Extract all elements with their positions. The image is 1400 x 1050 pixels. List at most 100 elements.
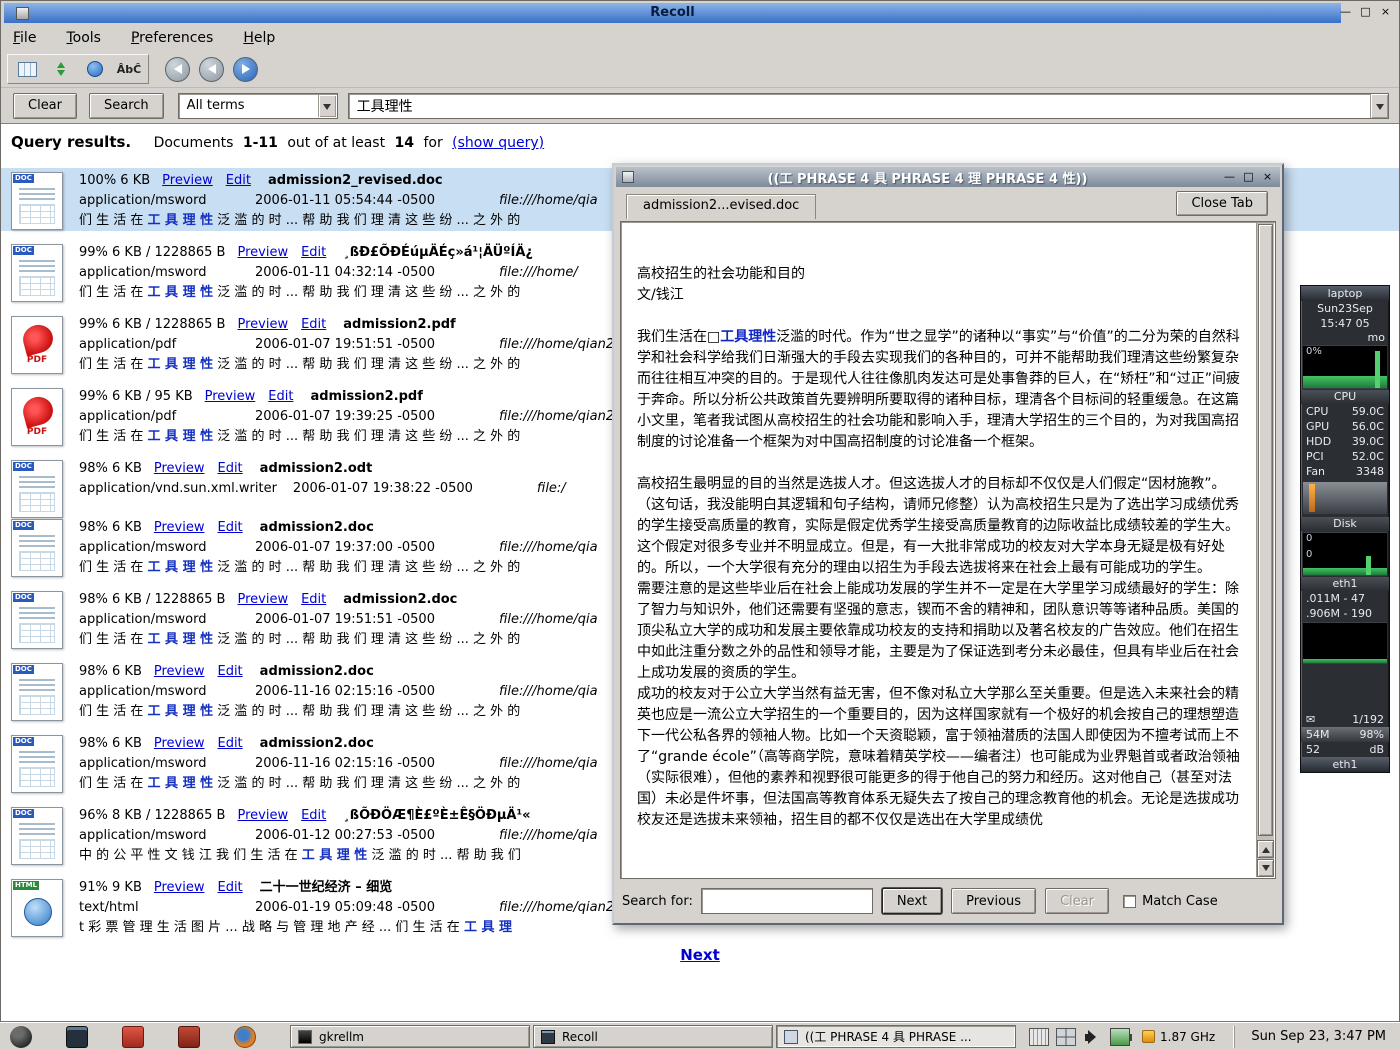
result-url: file:///home/qia bbox=[499, 756, 598, 771]
scroll-down-icon[interactable] bbox=[1257, 859, 1274, 877]
find-clear-button[interactable]: Clear bbox=[1045, 888, 1109, 914]
edit-link[interactable]: Edit bbox=[217, 880, 242, 895]
firefox-launcher-icon[interactable] bbox=[234, 1026, 256, 1048]
scrollbar-thumb[interactable] bbox=[1258, 224, 1273, 836]
clear-button[interactable]: Clear bbox=[13, 93, 77, 119]
first-page-button[interactable] bbox=[165, 57, 190, 82]
volume-tray-icon[interactable] bbox=[1083, 1028, 1103, 1046]
media-player-launcher-icon[interactable] bbox=[122, 1026, 144, 1048]
cpu-freq-icon bbox=[1142, 1030, 1155, 1043]
recoll-titlebar[interactable]: Recoll bbox=[4, 3, 1341, 23]
edit-link[interactable]: Edit bbox=[301, 808, 326, 823]
search-input[interactable] bbox=[348, 93, 1389, 119]
preview-link[interactable]: Preview bbox=[237, 245, 288, 260]
app-menu-launcher-icon[interactable] bbox=[10, 1026, 32, 1048]
window-title: Recoll bbox=[650, 5, 694, 20]
preview-link[interactable]: Preview bbox=[162, 173, 213, 188]
menu-help[interactable]: Help bbox=[243, 30, 275, 46]
doc-file-icon: DOC bbox=[11, 591, 63, 649]
keyboard-tray-icon[interactable] bbox=[1029, 1028, 1049, 1046]
task-label: ((工 PHRASE 4 具 PHRASE ... bbox=[805, 1028, 972, 1045]
result-mimetype: application/msword bbox=[79, 610, 239, 630]
edit-link[interactable]: Edit bbox=[217, 461, 242, 476]
minimize-icon[interactable]: — bbox=[1221, 169, 1238, 186]
show-query-link[interactable]: (show query) bbox=[452, 135, 544, 151]
preview-link[interactable]: Preview bbox=[154, 461, 205, 476]
layout-grid-tray-icon[interactable] bbox=[1056, 1028, 1076, 1046]
gkrellm-krell-panel[interactable] bbox=[1303, 482, 1387, 514]
preview-link[interactable]: Preview bbox=[154, 520, 205, 535]
edit-link[interactable]: Edit bbox=[217, 664, 242, 679]
result-date: 2006-01-11 04:32:14 -0500 bbox=[255, 263, 483, 283]
query-term-highlight: 工 具 理 性 bbox=[148, 560, 214, 575]
window-menu-icon[interactable] bbox=[16, 7, 29, 20]
edit-link[interactable]: Edit bbox=[301, 317, 326, 332]
result-relevance-size: 98% 6 KB bbox=[79, 736, 142, 751]
terminal-launcher-icon[interactable] bbox=[66, 1026, 88, 1048]
temperature-readouts: CPU59.0CGPU56.0CHDD39.0CPCI52.0CFan3348 bbox=[1301, 404, 1389, 479]
edit-link[interactable]: Edit bbox=[301, 245, 326, 260]
minimize-icon[interactable]: — bbox=[1337, 4, 1354, 21]
find-next-button[interactable]: Next bbox=[882, 888, 942, 914]
preview-text-line: 成功的校友对于公立大学当然有益无害，但不像对私立大学那么至关重要。但是选入未来社… bbox=[637, 684, 1244, 831]
battery-tray-icon[interactable] bbox=[1110, 1028, 1130, 1046]
preview-link[interactable]: Preview bbox=[154, 664, 205, 679]
gkrellm-monitor[interactable]: laptop Sun23Sep 15:47 05 mo 0% CPU CPU59… bbox=[1300, 285, 1390, 773]
text-editor-launcher-icon[interactable] bbox=[178, 1026, 200, 1048]
task-button-recoll[interactable]: Recoll bbox=[533, 1025, 773, 1048]
edit-link[interactable]: Edit bbox=[268, 389, 293, 404]
maximize-icon[interactable]: □ bbox=[1240, 169, 1257, 186]
edit-link[interactable]: Edit bbox=[301, 592, 326, 607]
task-button-gkrellm[interactable]: gkrellm bbox=[290, 1025, 530, 1048]
task-button-preview[interactable]: ((工 PHRASE 4 具 PHRASE ... bbox=[776, 1025, 1016, 1048]
preview-link[interactable]: Preview bbox=[237, 592, 288, 607]
match-case-label: Match Case bbox=[1142, 894, 1218, 909]
preview-link[interactable]: Preview bbox=[154, 736, 205, 751]
net-readouts: .011M - 47.906M - 190 bbox=[1301, 591, 1389, 621]
preview-window-icon[interactable] bbox=[622, 171, 634, 183]
menu-tools[interactable]: Tools bbox=[66, 30, 101, 46]
preview-titlebar[interactable]: ((工 PHRASE 4 具 PHRASE 4 理 PHRASE 4 性)) —… bbox=[616, 167, 1280, 187]
result-title: admission2.doc bbox=[260, 664, 374, 679]
result-relevance-size: 98% 6 KB bbox=[79, 664, 142, 679]
find-input[interactable] bbox=[701, 888, 873, 914]
term-explorer-icon[interactable]: ÂbĈ bbox=[116, 57, 142, 81]
search-mode-select[interactable]: All terms bbox=[178, 93, 338, 119]
taskbar-clock[interactable]: Sun Sep 23, 3:47 PM bbox=[1234, 1026, 1400, 1048]
preview-content[interactable]: 高校招生的社会功能和目的文/钱江我们生活在□工具理性泛滥的时代。作为“世之显学”… bbox=[620, 221, 1276, 879]
pdf-file-icon: PDF bbox=[11, 316, 63, 374]
scroll-up-icon[interactable] bbox=[1257, 840, 1274, 858]
preview-link[interactable]: Preview bbox=[154, 880, 205, 895]
close-tab-button[interactable]: Close Tab bbox=[1176, 191, 1268, 216]
preview-link[interactable]: Preview bbox=[205, 389, 256, 404]
prev-page-button[interactable] bbox=[199, 57, 224, 82]
gkrellm-partial-label: mo bbox=[1301, 331, 1389, 344]
preview-link[interactable]: Preview bbox=[237, 808, 288, 823]
history-icon[interactable] bbox=[82, 57, 108, 81]
preview-tab[interactable]: admission2...evised.doc bbox=[626, 194, 816, 219]
table-display-icon[interactable] bbox=[14, 57, 40, 81]
edit-link[interactable]: Edit bbox=[217, 736, 242, 751]
temp-readout: PCI52.0C bbox=[1301, 449, 1389, 464]
next-page-link[interactable]: Next bbox=[680, 946, 720, 964]
maximize-icon[interactable]: □ bbox=[1357, 4, 1374, 21]
edit-link[interactable]: Edit bbox=[226, 173, 251, 188]
next-page-button[interactable] bbox=[233, 57, 258, 82]
net-chart bbox=[1303, 622, 1387, 664]
result-mimetype: text/html bbox=[79, 898, 239, 918]
search-button[interactable]: Search bbox=[89, 93, 164, 119]
gkrellm-hostname[interactable]: laptop bbox=[1301, 286, 1389, 301]
find-previous-button[interactable]: Previous bbox=[951, 888, 1036, 914]
close-icon[interactable]: × bbox=[1259, 169, 1276, 186]
sort-parameters-icon[interactable] bbox=[48, 57, 74, 81]
result-date: 2006-01-19 05:09:48 -0500 bbox=[255, 898, 483, 918]
search-history-chevron-icon[interactable] bbox=[1370, 94, 1388, 118]
menu-preferences[interactable]: Preferences bbox=[131, 30, 213, 46]
gkrellm-time: 15:47 05 bbox=[1301, 316, 1389, 331]
edit-link[interactable]: Edit bbox=[217, 520, 242, 535]
preview-scrollbar[interactable] bbox=[1256, 223, 1274, 877]
menu-file[interactable]: File bbox=[13, 30, 36, 46]
match-case-checkbox[interactable] bbox=[1123, 895, 1136, 908]
close-icon[interactable]: × bbox=[1377, 4, 1394, 21]
preview-link[interactable]: Preview bbox=[237, 317, 288, 332]
